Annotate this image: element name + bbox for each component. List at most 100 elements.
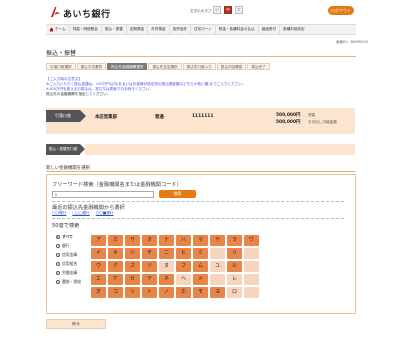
- nav-investment-trust[interactable]: 投資信託: [170, 25, 191, 34]
- nav-transfer[interactable]: 振込・振替: [102, 25, 127, 34]
- font-size-large-button[interactable]: 大: [235, 6, 243, 14]
- nav-notifications[interactable]: 諸届受付: [259, 25, 281, 34]
- kana-button[interactable]: ラ: [227, 235, 242, 246]
- nav-tax-payment[interactable]: 税金・各種料金の払込: [216, 25, 259, 34]
- bank-logo-icon: [51, 7, 60, 17]
- kana-button[interactable]: ム: [193, 261, 208, 272]
- kana-button[interactable]: リ: [227, 248, 242, 259]
- kana-button[interactable]: ヤ: [210, 235, 225, 246]
- kana-button[interactable]: フ: [176, 261, 191, 272]
- step-5: 振込先口座入力: [182, 63, 216, 70]
- recent-bank-link-2[interactable]: □□□銀行: [72, 211, 89, 216]
- recent-links: 〇〇銀行 □□□銀行 〇〇■銀行: [52, 211, 114, 216]
- category-labor-bank-label: 労働金庫: [62, 270, 78, 275]
- category-credit-union-label: 信用組合: [62, 261, 78, 266]
- divider-2: [52, 218, 344, 219]
- kana-button[interactable]: ツ: [142, 261, 157, 272]
- screen-id: 画面ID：BKMR005: [336, 40, 368, 44]
- step-3-current: 振込先金融機関選択: [107, 63, 148, 70]
- progress-steps: 引落口座選択 振込方法選択 振込先金融機関選択 振込先支店選択 振込先口座入力 …: [46, 63, 271, 70]
- kana-button[interactable]: ト: [142, 287, 157, 298]
- radio-selected-icon: [56, 235, 60, 239]
- kana-button[interactable]: ヌ: [159, 261, 174, 272]
- font-size-small-button[interactable]: 小: [213, 6, 221, 14]
- nav-foreign-deposit[interactable]: 外貨預金: [148, 25, 170, 34]
- nav-settings[interactable]: 各種利用設定: [280, 25, 308, 34]
- nav-balance[interactable]: 残高・明細照会: [70, 25, 102, 34]
- kana-button[interactable]: チ: [142, 248, 157, 259]
- radio-icon: [56, 271, 60, 275]
- kana-button[interactable]: セ: [125, 274, 140, 285]
- kana-button[interactable]: タ: [142, 235, 157, 246]
- search-button[interactable]: 検索: [159, 190, 196, 198]
- kana-blank-cell: [244, 261, 259, 272]
- kana-button[interactable]: ロ: [227, 287, 242, 298]
- category-shinkin[interactable]: 信用金庫: [56, 252, 77, 258]
- kana-button[interactable]: ワ: [244, 235, 259, 246]
- kana-button[interactable]: ノ: [159, 287, 174, 298]
- select-divider: [46, 171, 356, 172]
- kana-button[interactable]: ル: [227, 261, 242, 272]
- nav-time-deposit[interactable]: 定期預金: [127, 25, 149, 34]
- recent-bank-link-3[interactable]: 〇〇■銀行: [96, 211, 114, 216]
- kana-button[interactable]: カ: [108, 235, 123, 246]
- source-branch: 本店営業部: [95, 115, 117, 120]
- kana-button[interactable]: ヨ: [210, 287, 225, 298]
- category-all[interactable]: すべて: [56, 234, 73, 240]
- kana-button[interactable]: サ: [125, 235, 140, 246]
- kana-button[interactable]: キ: [108, 248, 123, 259]
- kana-button[interactable]: ソ: [125, 287, 140, 298]
- kana-button[interactable]: ナ: [159, 235, 174, 246]
- kana-button[interactable]: テ: [142, 274, 157, 285]
- nav-home[interactable]: ホーム: [46, 25, 70, 34]
- logout-button[interactable]: ログアウト: [328, 6, 354, 15]
- category-agri-fishery[interactable]: 農協・漁協: [56, 279, 81, 285]
- kana-button[interactable]: メ: [193, 274, 208, 285]
- kana-button[interactable]: ケ: [108, 274, 123, 285]
- back-button[interactable]: 戻る: [46, 319, 106, 329]
- source-balance-label: 残高: [308, 112, 316, 117]
- category-labor-bank[interactable]: 労働金庫: [56, 270, 77, 276]
- divider-1: [52, 201, 344, 202]
- kana-button[interactable]: ヒ: [176, 248, 191, 259]
- kana-button[interactable]: ウ: [91, 261, 106, 272]
- input-notes: 【ご入力時の注意点】 ※ご入力いただく振込金額は、100万円以内(あるいはお客様…: [46, 77, 346, 97]
- destination-strip: [85, 144, 355, 155]
- source-account-number: 1111111: [192, 114, 214, 119]
- kana-button[interactable]: ア: [91, 235, 106, 246]
- nav-housing-loan[interactable]: 住宅ローン: [191, 25, 216, 34]
- kana-button[interactable]: ハ: [176, 235, 191, 246]
- radio-icon: [56, 253, 60, 257]
- kana-button[interactable]: ネ: [159, 274, 174, 285]
- kana-button[interactable]: エ: [91, 274, 106, 285]
- step-2: 振込方法選択: [76, 63, 107, 70]
- kana-button[interactable]: イ: [91, 248, 106, 259]
- kana-button[interactable]: モ: [193, 287, 208, 298]
- category-credit-union[interactable]: 信用組合: [56, 261, 77, 267]
- kana-button[interactable]: ス: [125, 261, 140, 272]
- kana-button[interactable]: マ: [193, 235, 208, 246]
- kana-button[interactable]: コ: [108, 287, 123, 298]
- notes-instruction: 振込先の金融機関を指定してください。: [46, 92, 111, 96]
- home-icon: [49, 27, 54, 32]
- kana-button[interactable]: ヘ: [176, 274, 191, 285]
- kana-blank-cell: [244, 287, 259, 298]
- source-balance: 500,000円: [276, 113, 301, 118]
- free-search-input[interactable]: [52, 191, 154, 198]
- kana-button[interactable]: ホ: [176, 287, 191, 298]
- radio-icon: [56, 262, 60, 266]
- category-shinkin-label: 信用金庫: [62, 252, 78, 257]
- kana-button[interactable]: シ: [125, 248, 140, 259]
- kana-button[interactable]: ユ: [210, 261, 225, 272]
- kana-button[interactable]: ミ: [193, 248, 208, 259]
- kana-button[interactable]: ニ: [159, 248, 174, 259]
- kana-button[interactable]: レ: [227, 274, 242, 285]
- category-bank[interactable]: 銀行: [56, 243, 70, 249]
- kana-button[interactable]: オ: [91, 287, 106, 298]
- recent-bank-link-1[interactable]: 〇〇銀行: [52, 211, 66, 216]
- kana-button[interactable]: ク: [108, 261, 123, 272]
- font-size-medium-button[interactable]: 中: [224, 6, 232, 14]
- source-tag-arrow: [80, 110, 86, 122]
- step-4: 振込先支店選択: [148, 63, 182, 70]
- source-available-label: お引出し可能金額: [308, 119, 337, 124]
